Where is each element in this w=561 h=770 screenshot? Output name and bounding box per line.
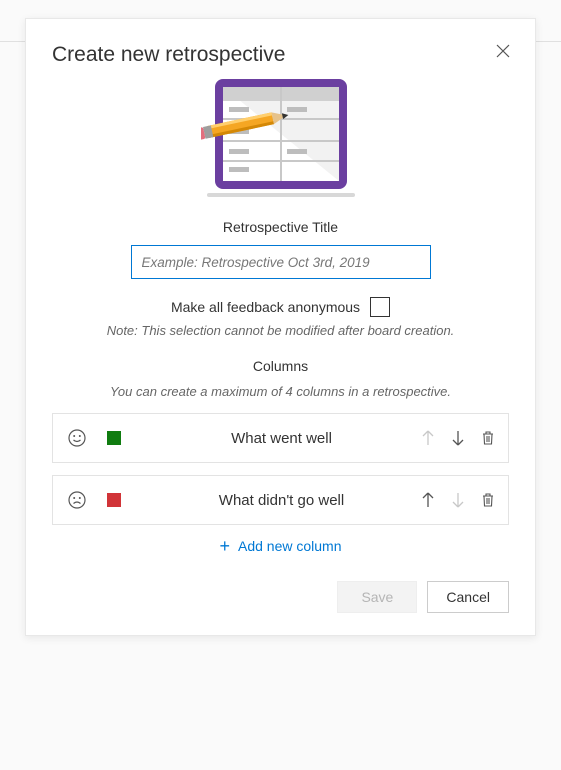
arrow-down-icon [451, 430, 465, 446]
title-input-wrapper [52, 245, 509, 279]
anonymous-checkbox[interactable] [370, 297, 390, 317]
anonymous-row: Make all feedback anonymous [52, 297, 509, 317]
close-icon [496, 44, 510, 58]
columns-heading: Columns [52, 358, 509, 374]
frown-icon[interactable] [67, 491, 87, 509]
column-row: What didn't go well [52, 475, 509, 525]
delete-column-button[interactable] [478, 428, 498, 448]
color-swatch[interactable] [107, 493, 121, 507]
save-button: Save [337, 581, 417, 613]
column-name[interactable]: What went well [145, 430, 418, 447]
title-field-label: Retrospective Title [52, 219, 509, 235]
column-name[interactable]: What didn't go well [145, 492, 418, 509]
delete-column-button[interactable] [478, 490, 498, 510]
anonymous-note: Note: This selection cannot be modified … [52, 323, 509, 338]
move-down-button [448, 490, 468, 510]
arrow-up-icon [421, 430, 435, 446]
cancel-button[interactable]: Cancel [427, 581, 509, 613]
trash-icon [481, 430, 495, 446]
column-actions [418, 428, 498, 448]
columns-note: You can create a maximum of 4 columns in… [52, 384, 509, 399]
retrospective-board-illustration [52, 75, 509, 203]
dialog-title: Create new retrospective [52, 43, 509, 67]
close-button[interactable] [489, 37, 517, 65]
move-down-button[interactable] [448, 428, 468, 448]
column-actions [418, 490, 498, 510]
dialog-footer: Save Cancel [52, 581, 509, 613]
plus-icon: + [219, 537, 230, 555]
color-swatch[interactable] [107, 431, 121, 445]
smile-icon[interactable] [67, 429, 87, 447]
arrow-down-icon [451, 492, 465, 508]
anonymous-label: Make all feedback anonymous [171, 299, 360, 315]
retrospective-title-input[interactable] [131, 245, 431, 279]
column-row: What went well [52, 413, 509, 463]
trash-icon [481, 492, 495, 508]
move-up-button[interactable] [418, 490, 438, 510]
arrow-up-icon [421, 492, 435, 508]
move-up-button [418, 428, 438, 448]
add-column-button[interactable]: + Add new column [52, 537, 509, 555]
add-column-label: Add new column [238, 538, 342, 554]
create-retrospective-dialog: Create new retrospective [25, 18, 536, 636]
board-pencil-graphic [201, 75, 361, 203]
